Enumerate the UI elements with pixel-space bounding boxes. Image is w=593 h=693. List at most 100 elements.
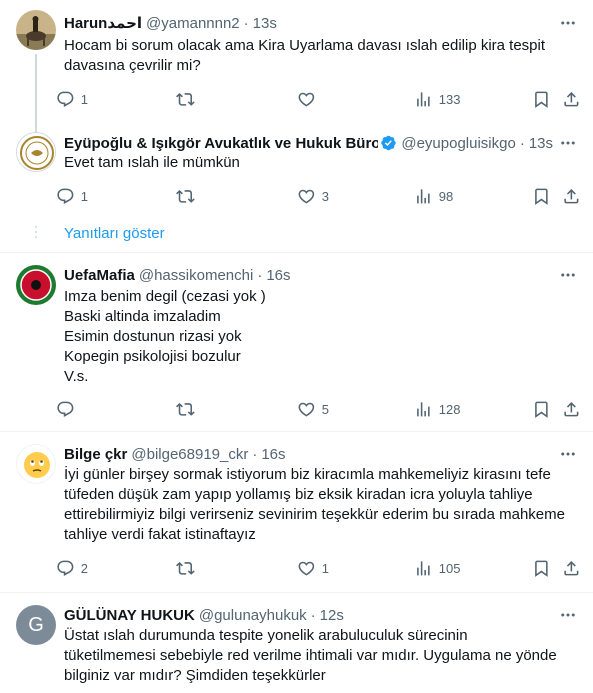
tweet-uefamafia[interactable]: UefaMafia @hassikomenchi · 16s Imza beni… xyxy=(0,253,593,431)
retweet-button[interactable] xyxy=(176,397,201,421)
share-button[interactable] xyxy=(562,556,581,580)
display-name[interactable]: Harunاحمد xyxy=(64,14,142,32)
tweet-text: İyi günler birşey sormak istiyorum biz k… xyxy=(64,465,585,545)
avatar-harun[interactable] xyxy=(16,10,56,50)
tweet-text: Imza benim degil (cezasi yok ) Baski alt… xyxy=(64,287,575,387)
display-name[interactable]: GÜLÜNAY HUKUK xyxy=(64,607,195,624)
timestamp[interactable]: 12s xyxy=(320,607,344,624)
user-handle[interactable]: @gulunayhukuk xyxy=(199,607,307,624)
avatar-uefamafia[interactable] xyxy=(16,265,56,305)
bookmark-icon xyxy=(535,91,548,108)
tweet-header: Harunاحمد @yamannnn2 · 13s xyxy=(64,13,553,33)
tweet-text: Evet tam ıslah ile mümkün xyxy=(64,153,575,173)
retweet-icon xyxy=(176,189,195,203)
heart-icon xyxy=(298,561,315,576)
retweet-icon xyxy=(176,402,195,416)
timestamp[interactable]: 16s xyxy=(261,446,285,463)
timestamp[interactable]: 16s xyxy=(266,267,290,284)
tweet-bilge[interactable]: Bilge çkr @bilge68919_ckr · 16s İyi günl… xyxy=(0,432,593,592)
reply-button[interactable]: 1 xyxy=(56,87,88,111)
views-icon xyxy=(417,560,430,576)
share-button[interactable] xyxy=(562,184,581,208)
reply-button[interactable]: 1 xyxy=(56,184,88,208)
text-line: İyi günler birşey sormak istiyorum biz k… xyxy=(64,466,551,483)
view-count: 133 xyxy=(438,91,461,107)
retweet-button[interactable] xyxy=(176,556,201,580)
tweet-harun[interactable]: Harunاحمد @yamannnn2 · 13s Hocam bi soru… xyxy=(0,0,593,132)
reply-button[interactable] xyxy=(56,397,81,421)
separator-dot: · xyxy=(257,266,263,284)
reply-button[interactable]: 2 xyxy=(56,556,88,580)
separator-dot: · xyxy=(243,14,249,32)
text-line: Evet tam ıslah ile mümkün xyxy=(64,154,240,171)
bookmark-button[interactable] xyxy=(532,184,551,208)
display-name[interactable]: UefaMafia xyxy=(64,267,135,284)
user-handle[interactable]: @eyupogluisikgo xyxy=(401,135,515,152)
share-button[interactable] xyxy=(562,397,581,421)
more-options-button[interactable] xyxy=(557,444,579,464)
more-options-button[interactable] xyxy=(557,605,579,625)
more-icon xyxy=(561,452,575,456)
like-button[interactable]: 5 xyxy=(297,397,329,421)
share-icon xyxy=(564,401,579,417)
text-line: tüfeden düşük zam yapıp yollamış biz eks… xyxy=(64,486,533,503)
separator-dot: · xyxy=(310,606,316,624)
user-handle[interactable]: @hassikomenchi xyxy=(139,267,253,284)
heart-icon xyxy=(298,189,315,204)
verified-badge-icon[interactable] xyxy=(380,134,397,152)
user-handle[interactable]: @yamannnn2 xyxy=(146,15,240,32)
reply-count: 2 xyxy=(80,560,88,576)
views-button[interactable]: 98 xyxy=(414,184,453,208)
tweet-header: Eyüpoğlu & Işıkgör Avukatlık ve Hukuk Bü… xyxy=(64,133,553,153)
views-button[interactable]: 133 xyxy=(414,87,460,111)
views-button[interactable]: 105 xyxy=(414,556,460,580)
share-button[interactable] xyxy=(562,87,581,111)
more-options-button[interactable] xyxy=(557,265,579,285)
like-button[interactable]: 1 xyxy=(297,556,329,580)
like-count: 1 xyxy=(321,560,329,576)
display-name[interactable]: Eyüpoğlu & Işıkgör Avukatlık ve Hukuk Bü… xyxy=(64,135,378,152)
avatar-letter: G xyxy=(28,613,44,636)
avatar-gulunay[interactable]: G xyxy=(16,605,56,645)
bookmark-icon xyxy=(535,401,548,418)
action-bar: 2 1 105 xyxy=(56,556,586,580)
tweet-gulunay[interactable]: G GÜLÜNAY HUKUK @gulunayhukuk · 12s Üsta… xyxy=(0,593,593,693)
share-icon xyxy=(564,91,579,107)
share-icon xyxy=(564,188,579,204)
bookmark-button[interactable] xyxy=(532,397,551,421)
emoji-face-icon xyxy=(24,452,50,478)
display-name[interactable]: Bilge çkr xyxy=(64,446,127,463)
tweet-text: Hocam bi sorum olacak ama Kira Uyarlama … xyxy=(64,36,575,76)
like-button[interactable] xyxy=(297,87,322,111)
tweet-header: UefaMafia @hassikomenchi · 16s xyxy=(64,265,553,285)
like-count: 3 xyxy=(321,188,329,204)
views-button[interactable]: 128 xyxy=(414,397,460,421)
retweet-icon xyxy=(176,561,195,575)
view-count: 98 xyxy=(438,188,454,204)
text-line: Baski altinda imzaladim xyxy=(64,308,221,325)
bookmark-button[interactable] xyxy=(532,556,551,580)
timestamp[interactable]: 13s xyxy=(529,135,553,152)
retweet-button[interactable] xyxy=(176,87,201,111)
like-button[interactable]: 3 xyxy=(297,184,329,208)
text-line: tüketilmemesi sebebiyle red verilme ihti… xyxy=(64,647,557,664)
bookmark-button[interactable] xyxy=(532,87,551,111)
more-options-button[interactable] xyxy=(557,13,579,33)
thread-dots xyxy=(35,226,37,241)
show-replies-link[interactable]: Yanıtları göster xyxy=(64,225,165,242)
views-icon xyxy=(417,188,430,204)
tweet-header: GÜLÜNAY HUKUK @gulunayhukuk · 12s xyxy=(64,605,553,625)
retweet-button[interactable] xyxy=(176,184,201,208)
more-options-button[interactable] xyxy=(557,133,579,153)
user-handle[interactable]: @bilge68919_ckr xyxy=(131,446,248,463)
separator-dot: · xyxy=(519,134,525,152)
text-line: bilginiz var mıdır? Şimdiden teşekkürler xyxy=(64,667,326,684)
reply-icon xyxy=(57,91,74,107)
avatar-eyupoglu[interactable] xyxy=(16,132,56,172)
avatar-bilge[interactable] xyxy=(16,444,56,484)
reply-count: 1 xyxy=(80,91,88,107)
heart-icon xyxy=(298,402,315,417)
tweet-eyupoglu[interactable]: Eyüpoğlu & Işıkgör Avukatlık ve Hukuk Bü… xyxy=(0,118,593,218)
action-bar: 1 3 98 xyxy=(56,184,586,208)
timestamp[interactable]: 13s xyxy=(253,15,277,32)
